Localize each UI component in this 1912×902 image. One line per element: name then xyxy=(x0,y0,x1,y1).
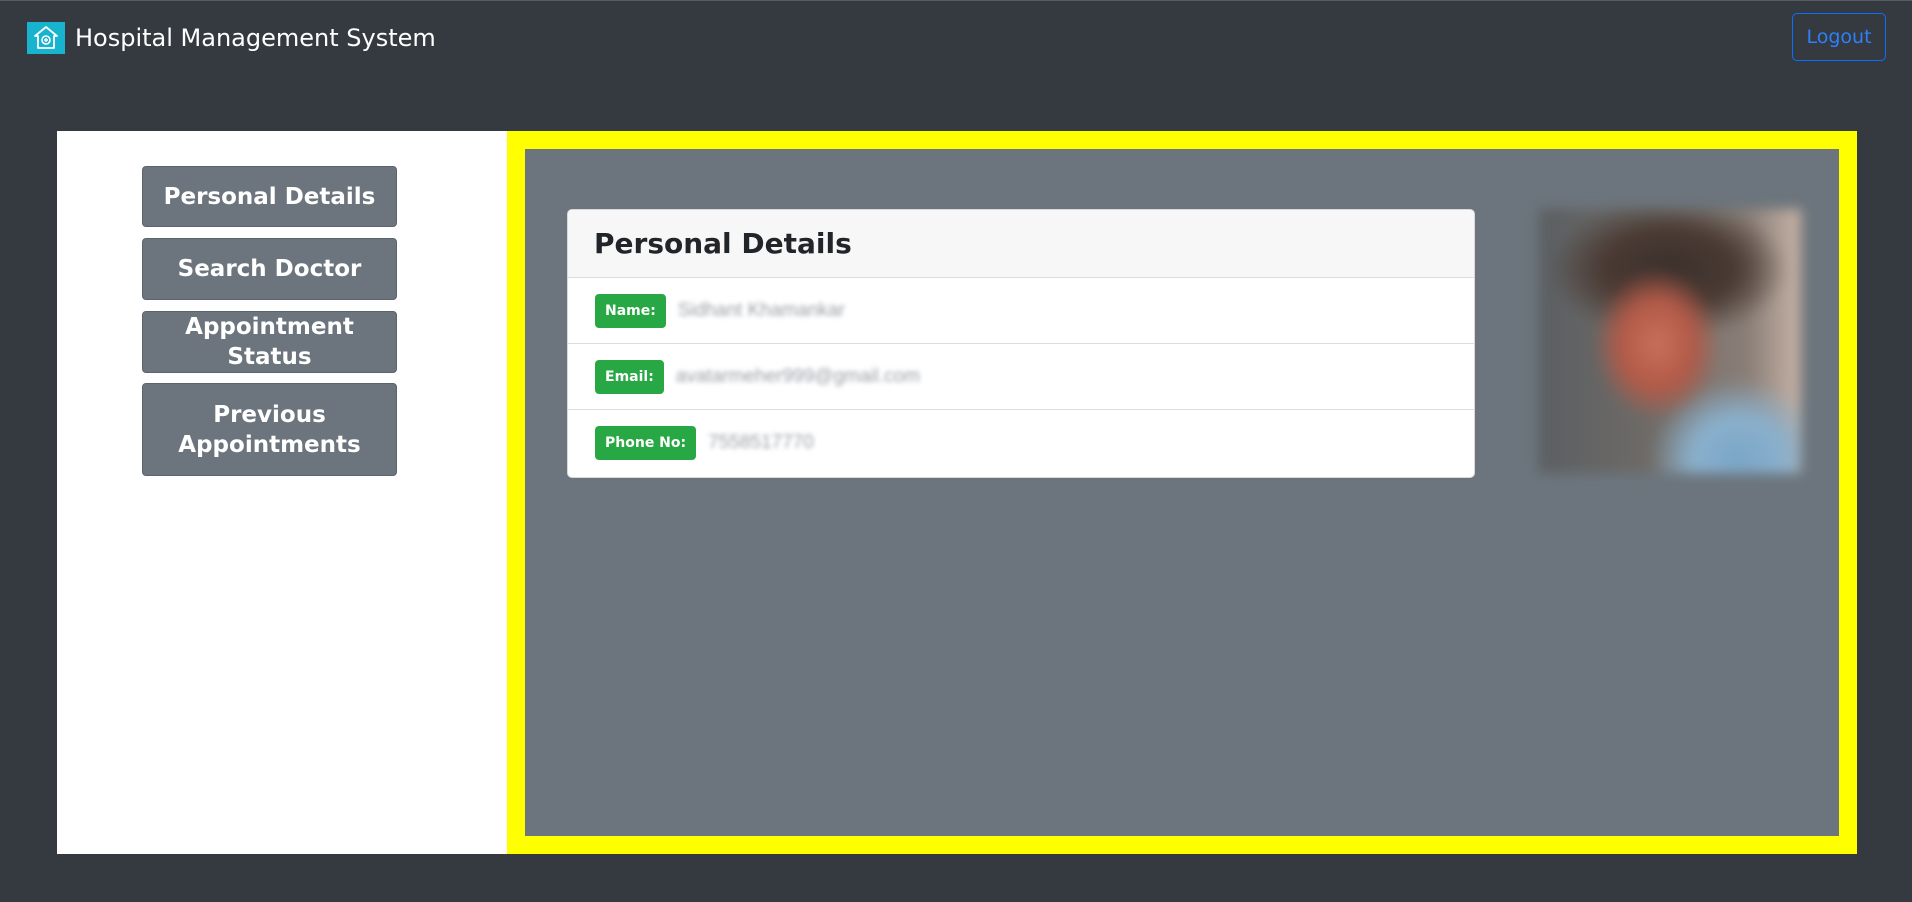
content-panel: Personal Details Name: Sidhant Khamankar… xyxy=(525,149,1839,836)
sidebar-item-personal-details[interactable]: Personal Details xyxy=(142,166,397,227)
content-frame: Personal Details Name: Sidhant Khamankar… xyxy=(507,131,1857,854)
logout-button[interactable]: Logout xyxy=(1792,13,1886,61)
app-title: Hospital Management System xyxy=(75,24,436,52)
card-title: Personal Details xyxy=(594,227,852,260)
sidebar-item-previous-appointments[interactable]: Previous Appointments xyxy=(142,383,397,476)
sidebar: Personal Details Search Doctor Appointme… xyxy=(57,131,507,854)
phone-value: 7558517770 xyxy=(708,432,814,453)
detail-row-phone: Phone No: 7558517770 xyxy=(568,410,1474,476)
phone-badge: Phone No: xyxy=(595,426,697,460)
personal-details-card: Personal Details Name: Sidhant Khamankar… xyxy=(567,209,1475,478)
sidebar-item-appointment-status[interactable]: Appointment Status xyxy=(142,311,397,373)
navbar: Hospital Management System Logout xyxy=(0,0,1912,74)
name-value: Sidhant Khamankar xyxy=(677,299,845,321)
card-header: Personal Details xyxy=(568,210,1474,278)
email-badge: Email: xyxy=(595,359,664,394)
name-badge: Name: xyxy=(595,293,666,328)
detail-row-email: Email: avatarmeher999@gmail.com xyxy=(568,344,1474,410)
profile-photo xyxy=(1539,209,1801,473)
detail-row-name: Name: Sidhant Khamankar xyxy=(568,278,1474,344)
main-container: Personal Details Search Doctor Appointme… xyxy=(57,131,1857,854)
hospital-logo-icon xyxy=(27,22,65,54)
email-value: avatarmeher999@gmail.com xyxy=(675,365,921,387)
brand[interactable]: Hospital Management System xyxy=(27,21,436,55)
sidebar-item-search-doctor[interactable]: Search Doctor xyxy=(142,238,397,300)
